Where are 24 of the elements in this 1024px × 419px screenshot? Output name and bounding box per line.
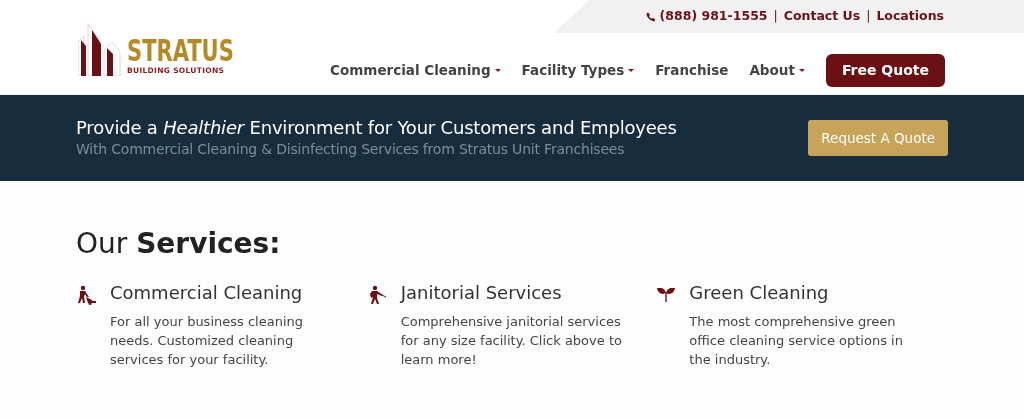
service-description: For all your business cleaning needs. Customized cleaning services for your facility. <box>110 312 304 369</box>
service-description: The most comprehensive green office cleaning service options in the industry. <box>689 312 904 369</box>
top-link[interactable]: Contact Us <box>783 7 861 26</box>
service-title[interactable]: Commercial Cleaning <box>110 278 346 306</box>
mower-person-icon <box>76 285 96 306</box>
nav-link[interactable]: Franchise <box>655 60 729 81</box>
top-link[interactable]: Locations <box>876 7 944 26</box>
nav-link[interactable]: Commercial Cleaning <box>330 60 501 81</box>
separator: | <box>866 7 871 26</box>
service-description: Comprehensive janitorial services for any size facility. Click above to learn more! <box>400 312 623 369</box>
banner-subline: With Commercial Cleaning & Disinfecting Services from Stratus Unit Franchisees <box>76 139 626 159</box>
service-title[interactable]: Janitorial Services <box>400 278 637 306</box>
banner-headline: Provide a Healthier Environment for Your Customers and Employees <box>76 116 677 139</box>
nav-link[interactable]: Facility Types <box>521 60 635 81</box>
logo-name: STRATUS <box>127 36 234 65</box>
phone-link[interactable]: (888) 981-1555 <box>645 7 768 26</box>
leaf-icon <box>657 288 676 303</box>
buildings-icon <box>78 24 124 76</box>
section-heading: Our Services: <box>76 227 282 261</box>
service-title[interactable]: Green Cleaning <box>689 278 926 306</box>
free-quote-button[interactable]: Free Quote <box>825 54 945 87</box>
phone-icon <box>645 11 656 22</box>
nav-link[interactable]: About <box>749 60 805 81</box>
separator: | <box>773 7 778 26</box>
